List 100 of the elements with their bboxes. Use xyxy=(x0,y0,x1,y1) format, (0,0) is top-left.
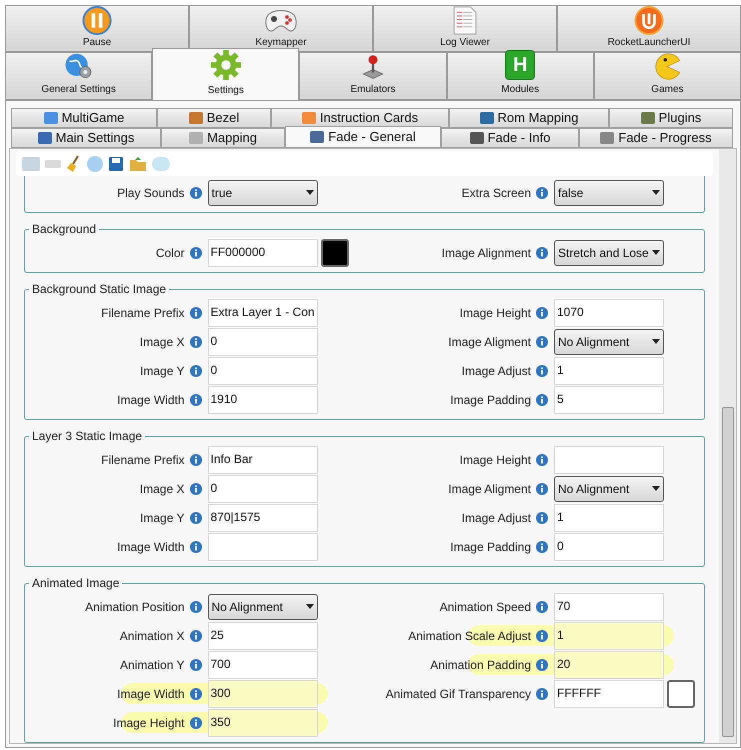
info-icon[interactable] xyxy=(536,246,548,258)
info-icon[interactable] xyxy=(536,336,548,348)
input-field[interactable]: 0 xyxy=(208,356,318,384)
input-field[interactable]: FFFFFF xyxy=(554,680,664,708)
input-field[interactable]: 350 xyxy=(208,708,318,736)
info-icon[interactable] xyxy=(536,540,548,552)
info-icon[interactable] xyxy=(190,394,202,406)
input-field[interactable]: 70 xyxy=(554,592,664,620)
info-icon[interactable] xyxy=(536,630,548,642)
sub-tab[interactable]: Fade - Progress xyxy=(579,128,733,148)
field-label: Image Height xyxy=(460,452,532,468)
pause-icon xyxy=(81,6,113,35)
dropdown[interactable]: No Alignment xyxy=(554,476,664,502)
field-label: Image Alignment xyxy=(442,244,532,262)
group-title: Layer 3 Static Image xyxy=(29,428,146,444)
field-label: Filename Prefix xyxy=(101,304,186,322)
save-icon[interactable] xyxy=(108,156,124,172)
info-icon[interactable] xyxy=(536,658,548,670)
field-label: Image X xyxy=(140,334,186,350)
top-tab[interactable]: RocketLauncherUI xyxy=(557,5,741,52)
input-field[interactable]: 1 xyxy=(554,622,664,650)
info-icon[interactable] xyxy=(536,454,548,466)
dropdown[interactable]: No Alignment xyxy=(208,594,318,620)
input-field[interactable]: 700 xyxy=(208,650,318,678)
info-icon[interactable] xyxy=(190,364,202,376)
info-icon[interactable] xyxy=(536,688,548,700)
sub-tab[interactable]: Main Settings xyxy=(11,128,161,148)
input-field[interactable]: 300 xyxy=(208,680,318,708)
info-icon[interactable] xyxy=(190,336,202,348)
input-field[interactable]: FF000000 xyxy=(208,238,318,266)
input-field[interactable]: 1070 xyxy=(554,298,664,326)
info-icon[interactable] xyxy=(190,716,202,728)
dropdown[interactable]: false xyxy=(554,180,664,206)
field-label: Image Height xyxy=(113,714,186,732)
info-icon[interactable] xyxy=(536,364,548,376)
input-field[interactable]: 0 xyxy=(208,328,318,356)
field-label: Image X xyxy=(140,480,186,498)
main-tab[interactable]: Settings xyxy=(152,48,300,100)
info-icon[interactable] xyxy=(190,658,202,670)
group-title: Background Static Image xyxy=(29,281,170,297)
input-field[interactable] xyxy=(554,446,664,474)
color-swatch[interactable] xyxy=(667,680,695,708)
caret-icon xyxy=(652,486,660,491)
sub-tab[interactable]: Instruction Cards xyxy=(271,108,449,128)
info-icon[interactable] xyxy=(536,482,548,494)
sub-tab[interactable]: Plugins xyxy=(609,108,733,128)
sub-tab[interactable]: Bezel xyxy=(157,108,271,128)
input-field[interactable]: Info Bar xyxy=(208,446,318,474)
color-swatch[interactable] xyxy=(320,238,348,266)
main-tab[interactable]: H Modules xyxy=(446,52,594,100)
input-field[interactable]: 1 xyxy=(554,356,664,384)
dropdown[interactable]: Stretch and Lose xyxy=(554,240,664,266)
sub-tab[interactable]: Fade - General xyxy=(285,126,441,148)
info-icon[interactable] xyxy=(190,600,202,612)
caret-icon xyxy=(652,339,660,344)
main-tab[interactable]: Games xyxy=(594,52,741,100)
dropdown[interactable]: true xyxy=(208,180,318,206)
info-icon[interactable] xyxy=(536,306,548,318)
info-icon[interactable] xyxy=(536,512,548,524)
field-label: Image Padding xyxy=(450,392,532,408)
info-icon[interactable] xyxy=(190,454,202,466)
info-icon[interactable] xyxy=(190,540,202,552)
input-field[interactable]: 20 xyxy=(554,650,664,678)
main-tab[interactable]: Emulators xyxy=(299,52,447,100)
input-field[interactable] xyxy=(208,532,318,560)
sub-tab[interactable]: Rom Mapping xyxy=(449,108,609,128)
top-tab[interactable]: Pause xyxy=(5,5,189,52)
field-label: Image Padding xyxy=(450,538,532,556)
info-icon[interactable] xyxy=(536,394,548,406)
input-field[interactable]: 5 xyxy=(554,386,664,414)
main-tab[interactable]: General Settings xyxy=(5,52,152,100)
info-icon[interactable] xyxy=(190,482,202,494)
top-tab[interactable]: Log Viewer xyxy=(373,5,557,52)
input-field[interactable]: Extra Layer 1 - Con xyxy=(208,298,318,326)
input-field[interactable]: 0 xyxy=(208,474,318,502)
input-field[interactable]: 0 xyxy=(554,532,664,560)
info-icon[interactable] xyxy=(536,186,548,198)
info-icon[interactable] xyxy=(190,306,202,318)
scroll-thumb[interactable] xyxy=(722,407,734,737)
input-field[interactable]: 870|1575 xyxy=(208,504,318,532)
field-label: Animation Padding xyxy=(430,656,532,674)
group-title: Background xyxy=(29,221,100,237)
field-label: Image Y xyxy=(140,510,186,526)
info-icon[interactable] xyxy=(190,512,202,524)
sub-tab[interactable]: Fade - Info xyxy=(441,128,579,148)
info-icon[interactable] xyxy=(190,630,202,642)
top-tab[interactable]: Keymapper xyxy=(189,5,373,52)
info-icon[interactable] xyxy=(190,688,202,700)
scrollbar[interactable] xyxy=(719,149,736,743)
info-icon[interactable] xyxy=(536,600,548,612)
info-icon[interactable] xyxy=(190,186,202,198)
input-field[interactable]: 1910 xyxy=(208,386,318,414)
dropdown[interactable]: No Alignment xyxy=(554,328,664,354)
sub-tab[interactable]: Mapping xyxy=(161,128,285,148)
input-field[interactable]: 25 xyxy=(208,622,318,650)
folder-icon[interactable] xyxy=(129,156,147,172)
info-icon[interactable] xyxy=(190,246,202,258)
input-field[interactable]: 1 xyxy=(554,504,664,532)
caret-icon xyxy=(652,190,660,195)
sub-tab[interactable]: MultiGame xyxy=(11,108,157,128)
